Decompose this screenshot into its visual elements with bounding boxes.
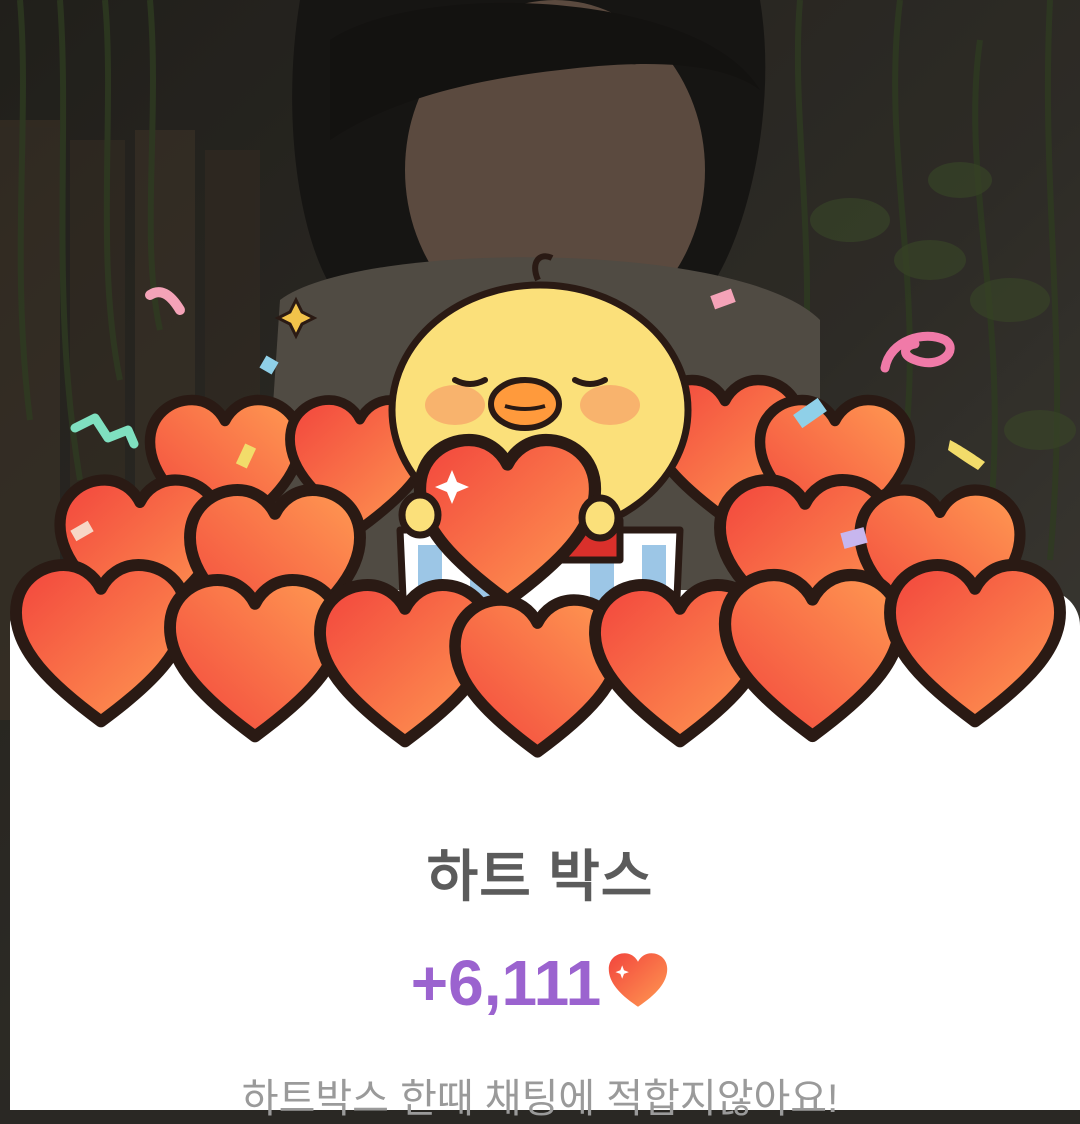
dialog-title: 하트 박스 xyxy=(426,845,654,908)
reward-amount-row: +6,111 xyxy=(0,946,1080,1020)
heart-icon xyxy=(609,953,668,1007)
dialog-subtitle: 하트박스 한때 채팅에 적합지않아요! xyxy=(241,1077,839,1121)
reward-amount: +6,111 xyxy=(410,947,602,1019)
heart-box-illustration xyxy=(0,253,1080,760)
